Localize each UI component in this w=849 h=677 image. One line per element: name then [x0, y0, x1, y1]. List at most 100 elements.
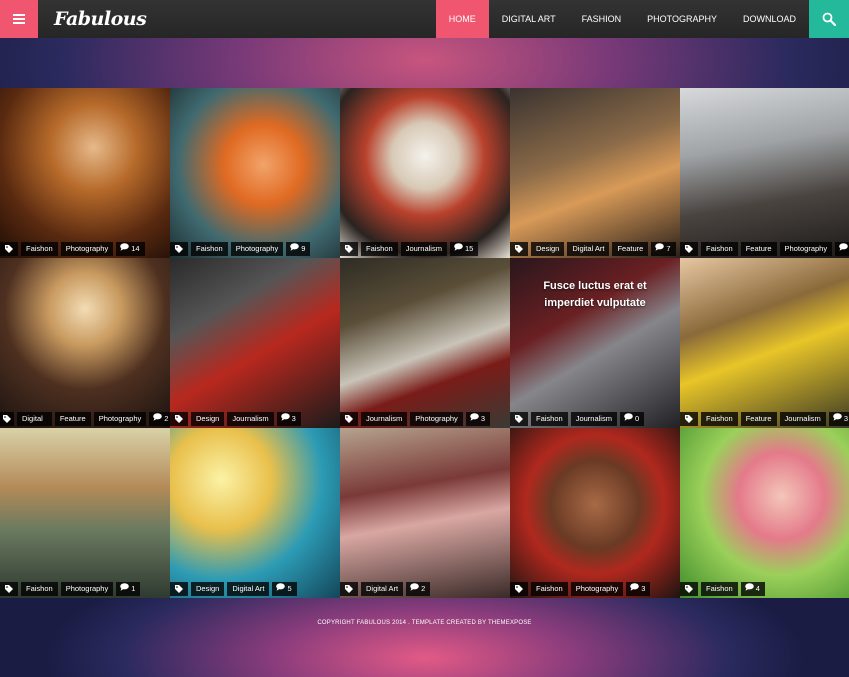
post-tag[interactable]: Faishon [361, 242, 398, 256]
woman-fur-horse-image[interactable] [680, 88, 849, 258]
post-tag[interactable]: Faishon [701, 582, 738, 596]
post-tile[interactable]: Design Digital Art Feature 7 [510, 88, 680, 258]
footer-background [0, 598, 849, 677]
post-meta: Faishon Photography 3 [510, 580, 651, 598]
girl-bicycle-flowers-image[interactable] [680, 258, 849, 428]
post-tile[interactable]: Fusce luctus erat et imperdiet vulputate… [510, 258, 680, 428]
nav-download[interactable]: DOWNLOAD [730, 0, 809, 38]
comment-count[interactable]: 5 [272, 582, 297, 596]
post-tag[interactable]: Feature [54, 412, 91, 426]
comment-count[interactable]: 3 [465, 412, 490, 426]
post-tag[interactable]: Faishon [21, 242, 58, 256]
post-tag[interactable]: Journalism [227, 412, 274, 426]
post-meta: Digital ArtFeaturePhotography 2 [0, 410, 170, 428]
post-tag[interactable]: Faishon [701, 242, 738, 256]
menu-button[interactable] [0, 0, 38, 38]
post-tag[interactable]: Faishon [531, 582, 568, 596]
post-tag[interactable]: Photography [570, 582, 624, 596]
post-tag[interactable]: Photography [779, 242, 833, 256]
post-tag[interactable]: Photography [60, 582, 114, 596]
girl-orange-hood-image[interactable] [170, 88, 340, 258]
comment-count[interactable]: 14 [116, 242, 145, 256]
classic-car-clouds-image[interactable] [340, 258, 510, 428]
comment-icon [454, 242, 463, 256]
comment-count[interactable]: 1 [116, 582, 141, 596]
post-title[interactable]: Fusce luctus erat et imperdiet vulputate [510, 278, 680, 312]
post-tag[interactable]: Journalism [361, 412, 408, 426]
post-tile[interactable]: Faishon Photography 9 [170, 88, 340, 258]
post-tile[interactable]: Journalism Photography 3 [340, 258, 510, 428]
post-tag[interactable]: Journalism [400, 242, 447, 256]
post-tile[interactable]: Faishon Photography 14 [0, 88, 170, 258]
post-tag[interactable]: Digital Art [361, 582, 404, 596]
post-tag[interactable]: Faishon [21, 582, 58, 596]
post-tile[interactable]: Faishon 4 [680, 428, 849, 598]
comment-count[interactable]: 3 [276, 412, 301, 426]
post-tile[interactable]: FaishonFeaturePhotography2 [680, 88, 849, 258]
comment-count[interactable]: 3 [626, 582, 651, 596]
post-tag[interactable]: Journalism [779, 412, 826, 426]
post-tag[interactable]: Photography [410, 412, 463, 426]
comment-count-value: 5 [287, 584, 292, 593]
comment-count[interactable]: 2 [835, 242, 849, 256]
post-tag[interactable]: Photography [230, 242, 284, 256]
comment-count-value: 3 [843, 414, 848, 423]
site-logo[interactable]: Fabulous [54, 0, 147, 38]
comment-count[interactable]: 0 [619, 412, 645, 426]
post-tile[interactable]: Digital ArtFeaturePhotography 2 [0, 258, 170, 428]
post-tag[interactable]: Photography [93, 412, 147, 426]
tag-icon [680, 412, 698, 426]
comment-count[interactable]: 7 [651, 242, 676, 256]
post-tag[interactable]: Design [531, 242, 565, 256]
post-tag[interactable]: Design [191, 582, 225, 596]
search-button[interactable] [809, 0, 849, 38]
comment-count[interactable]: 15 [449, 242, 479, 256]
post-tile[interactable]: Design Journalism 3 [170, 258, 340, 428]
nav-home[interactable]: HOME [435, 0, 489, 38]
comment-count[interactable]: 2 [406, 582, 431, 596]
comment-count[interactable]: 3 [828, 412, 849, 426]
post-tile[interactable]: Faishon Photography 1 [0, 428, 170, 598]
portrait-orange-glow-image[interactable] [0, 88, 170, 258]
post-tag[interactable]: Journalism [570, 412, 617, 426]
post-tag[interactable]: Digital Art [16, 412, 52, 426]
post-tile[interactable]: Design Digital Art 5 [170, 428, 340, 598]
post-tag[interactable]: Photography [60, 242, 114, 256]
girl-city-dance-image[interactable] [510, 88, 680, 258]
post-tag[interactable]: Digital Art [227, 582, 270, 596]
nav-digital-art[interactable]: DIGITAL ART [489, 0, 569, 38]
comment-icon [153, 412, 163, 426]
post-meta: Faishon Photography 9 [170, 240, 311, 258]
couple-motorbike-image[interactable] [170, 258, 340, 428]
comment-count[interactable]: 9 [286, 242, 311, 256]
post-tag[interactable]: Feature [740, 412, 777, 426]
comment-count[interactable]: 2 [149, 412, 170, 426]
post-meta: Faishon 4 [680, 580, 765, 598]
post-tag[interactable]: Faishon [191, 242, 228, 256]
post-tile[interactable]: Digital Art 2 [340, 428, 510, 598]
comment-count[interactable]: 4 [740, 582, 765, 596]
post-tag[interactable]: Design [191, 412, 225, 426]
nav-photography[interactable]: PHOTOGRAPHY [634, 0, 730, 38]
girl-red-helmet-image[interactable] [340, 88, 510, 258]
post-tag[interactable]: Feature [612, 242, 649, 256]
couple-dancing-image[interactable] [170, 428, 340, 598]
post-tag[interactable]: Faishon [531, 412, 568, 426]
post-tag[interactable]: Feature [740, 242, 777, 256]
nav-fashion[interactable]: FASHION [569, 0, 635, 38]
tag-icon [680, 242, 698, 256]
post-tile[interactable]: Faishon Feature Journalism 3 [680, 258, 849, 428]
post-tile[interactable]: Faishon Photography 3 [510, 428, 680, 598]
post-tag[interactable]: Faishon [701, 412, 738, 426]
old-man-turban-image[interactable] [510, 428, 680, 598]
post-tile[interactable]: Faishon Journalism 15 [340, 88, 510, 258]
post-tag[interactable]: Digital Art [567, 242, 610, 256]
search-icon [822, 12, 836, 26]
venice-canal-image[interactable] [0, 428, 170, 598]
pink-vintage-car-image[interactable] [340, 428, 510, 598]
tag-icon [0, 582, 18, 596]
blonde-sofa-image[interactable] [0, 258, 170, 428]
comment-count-value: 9 [301, 244, 306, 253]
comment-count-value: 3 [480, 414, 485, 423]
girl-sunglasses-green-image[interactable] [680, 428, 849, 598]
